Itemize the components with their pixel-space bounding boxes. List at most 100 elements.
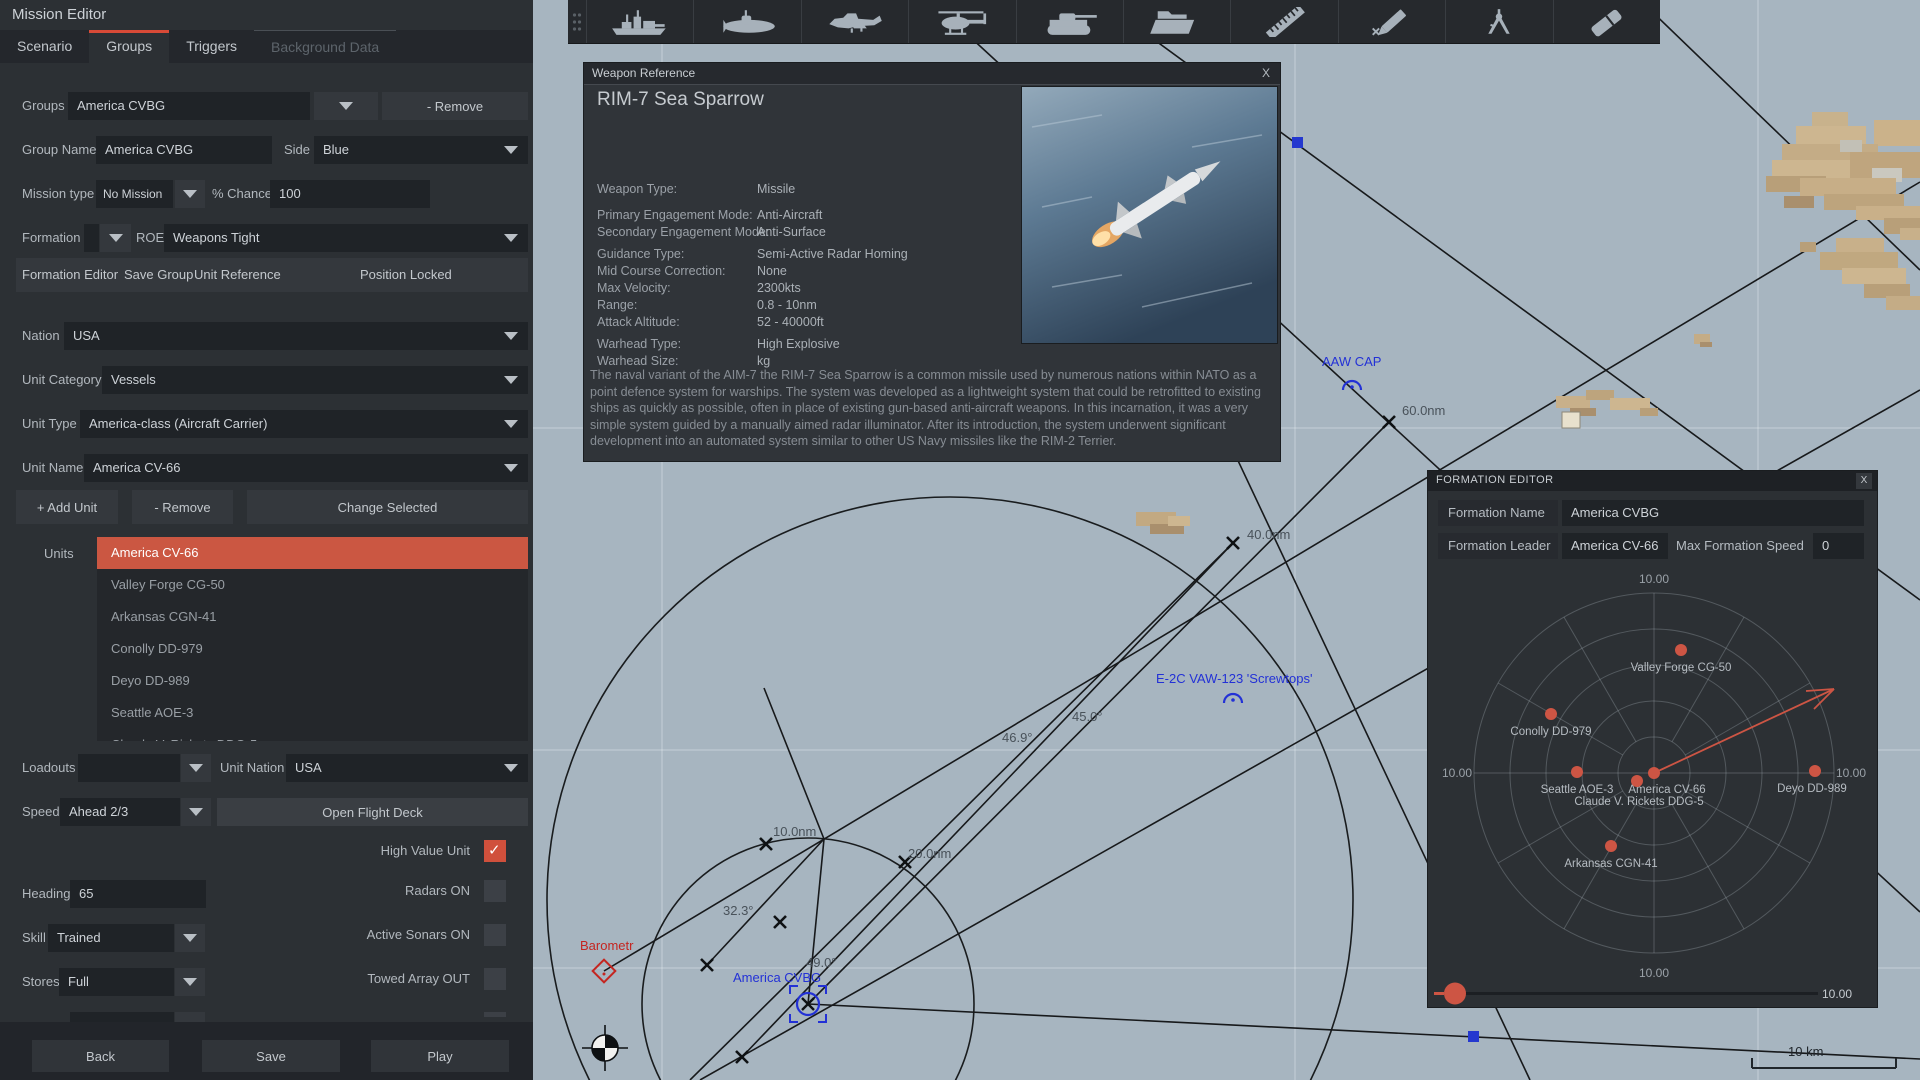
groups-dropdown-button[interactable] <box>314 92 378 120</box>
tool-draw[interactable] <box>1337 0 1445 43</box>
tool-measure[interactable] <box>1445 0 1552 43</box>
formation-unit-dot[interactable] <box>1605 840 1617 852</box>
position-locked-toggle[interactable]: Position Locked <box>360 258 452 292</box>
loadouts-select[interactable] <box>78 754 180 782</box>
unit-nation-label: Unit Nation <box>220 760 285 775</box>
unit-list-item[interactable]: Valley Forge CG-50 <box>97 569 528 601</box>
slider-knob[interactable] <box>1444 982 1466 1005</box>
window-title-bar[interactable]: Weapon Reference X <box>584 63 1280 85</box>
formation-unit-dot[interactable] <box>1809 765 1821 777</box>
map-scale-bar <box>1751 1058 1897 1069</box>
unit-type-select[interactable]: America-class (Aircraft Carrier) <box>80 410 528 438</box>
tool-submarine[interactable] <box>693 0 800 43</box>
unit-list-item[interactable]: Conolly DD-979 <box>97 633 528 665</box>
speed-dropdown-button[interactable] <box>181 798 211 826</box>
range-rings <box>546 496 1354 1080</box>
stores-dropdown-button[interactable] <box>175 968 205 996</box>
tool-helicopter[interactable] <box>908 0 1015 43</box>
tab-triggers[interactable]: Triggers <box>169 30 254 63</box>
tab-groups[interactable]: Groups <box>89 30 170 63</box>
close-icon[interactable]: X <box>1262 66 1270 80</box>
chevron-down-icon <box>189 764 203 772</box>
save-button[interactable]: Save <box>202 1040 340 1072</box>
waypoint-x <box>773 915 787 929</box>
unit-category-select[interactable]: Vessels <box>102 366 528 394</box>
formation-chart[interactable]: 10.00 10.00 10.00 10.00 Valley Forge CG-… <box>1428 471 1879 1009</box>
formation-unit-dot[interactable] <box>1675 644 1687 656</box>
tool-warship[interactable] <box>586 0 693 43</box>
loadouts-dropdown-button[interactable] <box>181 754 211 782</box>
unit-list-item[interactable]: Arkansas CGN-41 <box>97 601 528 633</box>
tab-scenario[interactable]: Scenario <box>0 30 89 63</box>
radars-on-checkbox[interactable] <box>484 880 506 902</box>
chevron-down-icon <box>504 764 518 772</box>
window-title: Weapon Reference <box>592 66 696 80</box>
unit-nation-select[interactable]: USA <box>286 754 528 782</box>
active-sonars-checkbox[interactable] <box>484 924 506 946</box>
unit-palette-toolbar <box>568 0 1660 44</box>
speed-select[interactable]: Ahead 2/3 <box>60 798 180 826</box>
open-folder-icon <box>1150 10 1195 34</box>
unit-reference-button[interactable]: Unit Reference <box>194 258 281 292</box>
chance-label: % Chance <box>212 186 272 201</box>
slider-track[interactable] <box>1441 992 1818 995</box>
clipped-select <box>70 1012 174 1022</box>
nav-point-square[interactable] <box>1468 1031 1479 1042</box>
weapon-name: RIM-7 Sea Sparrow <box>597 89 764 110</box>
map-scale-label: 10 km <box>1788 1044 1824 1059</box>
axis-label-left: 10.00 <box>1442 766 1472 780</box>
waypoint-x <box>1226 536 1240 550</box>
formation-unit-dot[interactable] <box>1571 766 1583 778</box>
toolbar-grip-handle[interactable] <box>568 0 586 43</box>
group-name-input[interactable]: America CVBG <box>96 136 272 164</box>
formation-unit-label: Claude V. Rickets DDG-5 <box>1574 796 1703 808</box>
island-archipelago-ne <box>1766 112 1920 234</box>
back-button[interactable]: Back <box>32 1040 169 1072</box>
skill-dropdown-button[interactable] <box>175 924 205 952</box>
mission-type-dropdown-button[interactable] <box>175 180 205 208</box>
nav-point-square[interactable] <box>1292 137 1303 148</box>
unit-list-item[interactable]: Claude V. Rickets DDG-5 <box>97 729 528 741</box>
divider-compass-icon <box>1488 8 1511 34</box>
roe-select[interactable]: Weapons Tight <box>164 224 528 252</box>
tool-strike-aircraft[interactable] <box>800 0 908 43</box>
unit-list-item[interactable]: Deyo DD-989 <box>97 665 528 697</box>
tool-ruler[interactable] <box>1230 0 1337 43</box>
formation-unit-dot[interactable] <box>1648 767 1660 779</box>
formation-editor-button[interactable]: Formation Editor <box>22 258 118 292</box>
clipped-dropdown <box>175 1012 205 1022</box>
open-flight-deck-button[interactable]: Open Flight Deck <box>217 798 528 826</box>
heading-input[interactable]: 65 <box>70 880 206 908</box>
remove-unit-button[interactable]: - Remove <box>132 490 233 524</box>
unit-list-item[interactable]: Seattle AOE-3 <box>97 697 528 729</box>
stat-value: 52 - 40000ft <box>757 315 824 329</box>
high-value-unit-checkbox[interactable] <box>484 840 506 862</box>
formation-dropdown-button[interactable] <box>100 224 131 252</box>
play-button[interactable]: Play <box>371 1040 509 1072</box>
formation-select[interactable] <box>84 224 99 252</box>
tool-open-scenario[interactable] <box>1123 0 1230 43</box>
chance-input[interactable]: 100 <box>270 180 430 208</box>
groups-select[interactable]: America CVBG <box>68 92 310 120</box>
mission-type-select[interactable]: No Mission <box>96 180 173 208</box>
save-group-button[interactable]: Save Group <box>124 258 193 292</box>
unit-list-item-selected[interactable]: America CV-66 <box>97 537 528 569</box>
remove-group-button[interactable]: - Remove <box>382 92 528 120</box>
nation-select[interactable]: USA <box>64 322 528 350</box>
towed-array-checkbox[interactable] <box>484 968 506 990</box>
range-slider: 10.00 <box>1434 982 1852 1005</box>
stat-value: Semi-Active Radar Homing <box>757 247 908 261</box>
formation-unit-dot[interactable] <box>1631 775 1643 787</box>
unit-name-select[interactable]: America CV-66 <box>84 454 528 482</box>
chevron-down-icon <box>504 234 518 242</box>
tab-background-data[interactable]: Background Data <box>254 30 397 63</box>
side-select[interactable]: Blue <box>314 136 528 164</box>
add-unit-button[interactable]: + Add Unit <box>16 490 118 524</box>
weapon-reference-window: Weapon Reference X RIM-7 Sea Sparrow Wea… <box>583 62 1281 462</box>
formation-unit-dot[interactable] <box>1545 708 1557 720</box>
skill-select[interactable]: Trained <box>48 924 174 952</box>
change-selected-button[interactable]: Change Selected <box>247 490 528 524</box>
stores-select[interactable]: Full <box>59 968 174 996</box>
tool-tank[interactable] <box>1015 0 1123 43</box>
tool-eraser[interactable] <box>1552 0 1660 43</box>
